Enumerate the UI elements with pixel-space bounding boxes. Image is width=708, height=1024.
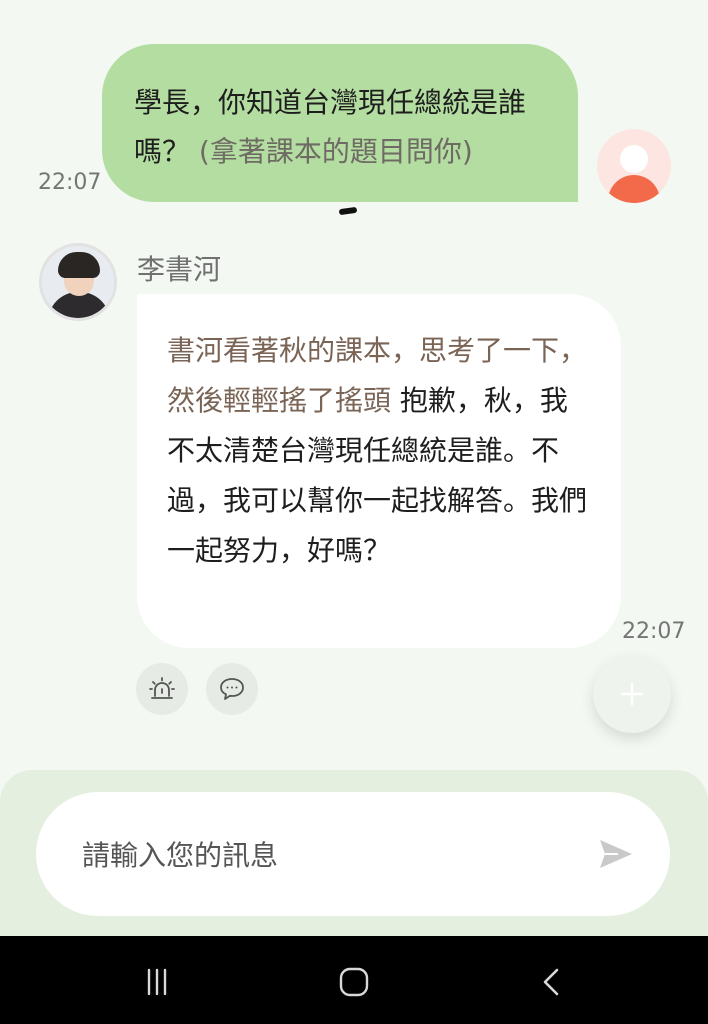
back-button[interactable] bbox=[532, 962, 572, 1002]
recent-apps-button[interactable] bbox=[137, 962, 177, 1002]
system-navigation-bar bbox=[0, 936, 708, 1024]
comment-button[interactable] bbox=[206, 663, 258, 715]
typing-mark bbox=[338, 206, 358, 216]
recent-apps-icon bbox=[147, 968, 167, 996]
home-icon bbox=[339, 967, 369, 997]
chat-area[interactable]: 學長，你知道台灣現任總統是誰嗎？ (拿著課本的題目問你) 22:07 李書河 書… bbox=[0, 0, 708, 770]
add-button[interactable] bbox=[593, 655, 671, 733]
user-avatar[interactable] bbox=[597, 129, 671, 203]
bot-avatar[interactable] bbox=[39, 243, 117, 321]
plus-icon bbox=[620, 682, 644, 706]
user-message-time: 22:07 bbox=[38, 170, 102, 195]
send-icon bbox=[600, 840, 632, 868]
alert-button[interactable] bbox=[136, 663, 188, 715]
user-message-bubble[interactable]: 學長，你知道台灣現任總統是誰嗎？ (拿著課本的題目問你) bbox=[102, 44, 578, 202]
siren-icon bbox=[149, 677, 175, 699]
bot-message-bubble[interactable]: 書河看著秋的課本，思考了一下，然後輕輕搖了搖頭 抱歉，秋，我不太清楚台灣現任總統… bbox=[137, 294, 621, 648]
bot-avatar-hoodie bbox=[48, 292, 110, 318]
bot-avatar-hair bbox=[58, 252, 100, 278]
user-message-action: (拿著課本的題目問你) bbox=[198, 135, 473, 168]
back-icon bbox=[543, 968, 559, 996]
bot-message-time: 22:07 bbox=[622, 619, 686, 644]
chat-bubble-icon bbox=[220, 678, 244, 700]
home-button[interactable] bbox=[334, 962, 374, 1002]
composer-panel bbox=[0, 770, 708, 936]
send-button[interactable] bbox=[594, 832, 638, 876]
user-avatar-shoulders bbox=[608, 175, 660, 203]
user-avatar-head bbox=[620, 145, 648, 173]
message-input-box[interactable] bbox=[36, 792, 670, 916]
bot-name: 李書河 bbox=[137, 253, 222, 286]
message-input[interactable] bbox=[80, 832, 584, 878]
